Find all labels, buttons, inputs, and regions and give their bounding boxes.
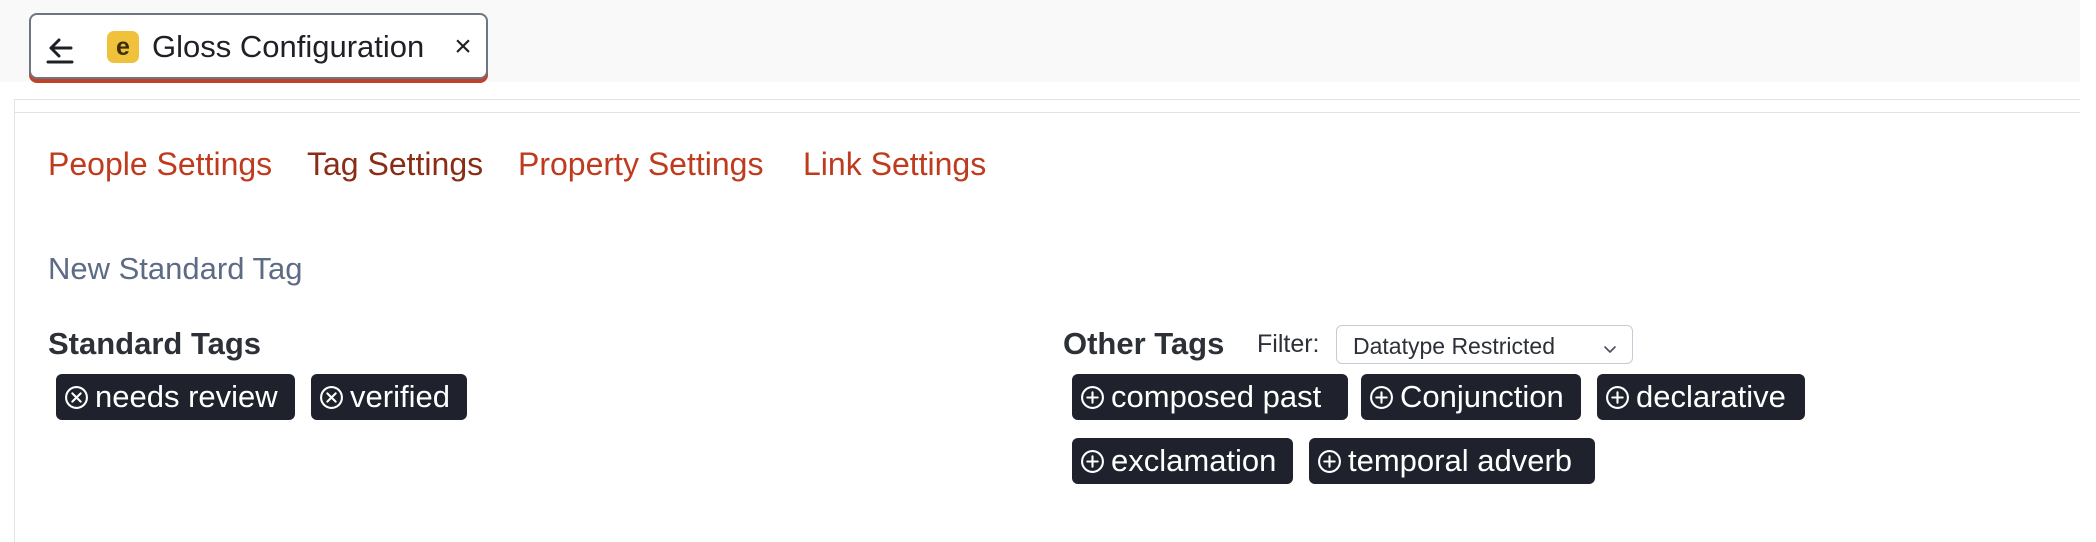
tag-label: verified xyxy=(350,379,450,414)
close-icon[interactable]: × xyxy=(450,32,476,62)
filter-label: Filter: xyxy=(1257,330,1320,358)
other-tag-chip[interactable]: exclamation xyxy=(1072,438,1293,484)
nav-link-settings[interactable]: Link Settings xyxy=(803,146,986,183)
tag-label: temporal adverb xyxy=(1348,443,1573,478)
filter-select-value: Datatype Restricted xyxy=(1353,333,1555,359)
circle-plus-icon[interactable] xyxy=(1317,449,1342,474)
panel-border-left xyxy=(14,100,15,542)
nav-tag-settings[interactable]: Tag Settings xyxy=(307,146,483,183)
tag-label: Conjunction xyxy=(1400,379,1564,414)
circle-plus-icon[interactable] xyxy=(1605,385,1630,410)
tag-label: composed past xyxy=(1111,379,1322,414)
tab-title: Gloss Configuration xyxy=(152,29,425,64)
standard-tags-heading: Standard Tags xyxy=(48,326,262,361)
app-logo-icon: e xyxy=(107,31,139,63)
other-tag-chip[interactable]: declarative xyxy=(1597,374,1805,420)
other-tag-chip[interactable]: temporal adverb xyxy=(1309,438,1595,484)
circle-plus-icon[interactable] xyxy=(1369,385,1394,410)
circle-x-icon[interactable] xyxy=(319,385,344,410)
nav-property-settings[interactable]: Property Settings xyxy=(518,146,763,183)
standard-tag-chip[interactable]: verified xyxy=(311,374,467,420)
page-tab[interactable]: e Gloss Configuration × xyxy=(29,13,488,79)
other-tag-chip[interactable]: composed past xyxy=(1072,374,1348,420)
standard-tag-chip[interactable]: needs review xyxy=(56,374,295,420)
other-tag-chip[interactable]: Conjunction xyxy=(1361,374,1581,420)
circle-plus-icon[interactable] xyxy=(1080,449,1105,474)
divider xyxy=(14,99,2080,100)
other-tags-heading: Other Tags xyxy=(1063,326,1225,361)
circle-x-icon[interactable] xyxy=(64,385,89,410)
back-arrow-icon[interactable] xyxy=(45,31,75,65)
nav-people-settings[interactable]: People Settings xyxy=(48,146,272,183)
filter-select[interactable]: Datatype Restricted xyxy=(1336,325,1633,364)
circle-plus-icon[interactable] xyxy=(1080,385,1105,410)
tag-label: exclamation xyxy=(1111,443,1277,478)
chevron-down-icon xyxy=(1602,336,1618,353)
divider xyxy=(14,112,2080,113)
new-standard-tag-link[interactable]: New Standard Tag xyxy=(48,251,302,287)
tag-label: needs review xyxy=(95,379,278,414)
tag-label: declarative xyxy=(1636,379,1786,414)
